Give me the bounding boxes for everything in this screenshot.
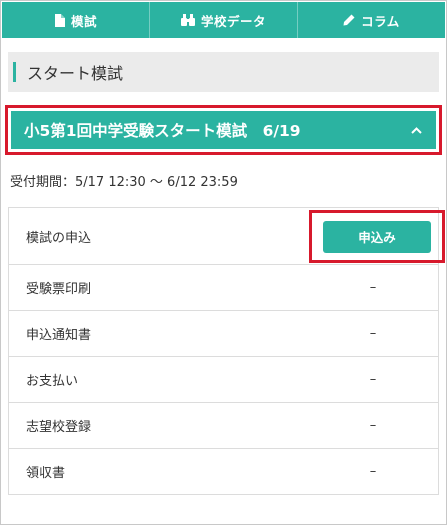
list-item-payment: お支払い –: [9, 357, 438, 403]
nav-item-column[interactable]: コラム: [298, 2, 445, 38]
list-item-school-registration: 志望校登録 –: [9, 403, 438, 449]
nav-item-label: 模試: [70, 13, 97, 29]
row-label: 受験票印刷: [26, 282, 92, 297]
binoculars-icon: [180, 14, 195, 26]
row-status: –: [369, 372, 377, 387]
nav-item-label: コラム: [361, 13, 400, 29]
app-frame: 模試 学校データ コラム スタート模試 小5第1回中学受験スタート模試 6/19: [0, 0, 447, 525]
list-item-receipt: 領収書 –: [9, 449, 438, 495]
row-label: 申込通知書: [26, 328, 92, 343]
document-icon: [54, 13, 65, 27]
exam-title: 小5第1回中学受験スタート模試 6/19: [24, 122, 301, 140]
apply-button[interactable]: 申込み: [323, 220, 431, 253]
row-status: –: [369, 326, 377, 341]
list-item-application-notice: 申込通知書 –: [9, 311, 438, 357]
exam-header-highlight: 小5第1回中学受験スタート模試 6/19: [5, 105, 442, 155]
row-status: –: [369, 280, 377, 295]
pencil-icon: [343, 14, 355, 26]
nav-item-mock-exam[interactable]: 模試: [2, 2, 150, 38]
exam-steps-list: 模試の申込 申込み 受験票印刷 – 申込通知書 – お支払い – 志望校登録 –…: [8, 207, 445, 495]
list-item-ticket-print: 受験票印刷 –: [9, 265, 438, 311]
section-heading: スタート模試: [8, 52, 439, 92]
application-period: 受付期間：5/17 12:30 ～ 6/12 23:59: [10, 175, 238, 190]
list-item-application: 模試の申込 申込み: [9, 208, 445, 265]
row-label: 志望校登録: [26, 420, 92, 435]
row-label: 領収書: [26, 466, 66, 481]
exam-accordion-header[interactable]: 小5第1回中学受験スタート模試 6/19: [11, 111, 436, 149]
row-status: –: [369, 464, 377, 479]
row-label: 模試の申込: [26, 230, 92, 246]
apply-button-highlight: 申込み: [309, 210, 445, 263]
section-title: スタート模試: [27, 64, 124, 83]
row-status: –: [369, 418, 377, 433]
nav-item-label: 学校データ: [200, 13, 266, 29]
row-label: お支払い: [26, 374, 79, 389]
top-nav: 模試 学校データ コラム: [2, 2, 445, 38]
nav-item-school-data[interactable]: 学校データ: [150, 2, 298, 38]
chevron-up-icon[interactable]: [411, 126, 422, 134]
section-accent-bar: [13, 62, 16, 82]
